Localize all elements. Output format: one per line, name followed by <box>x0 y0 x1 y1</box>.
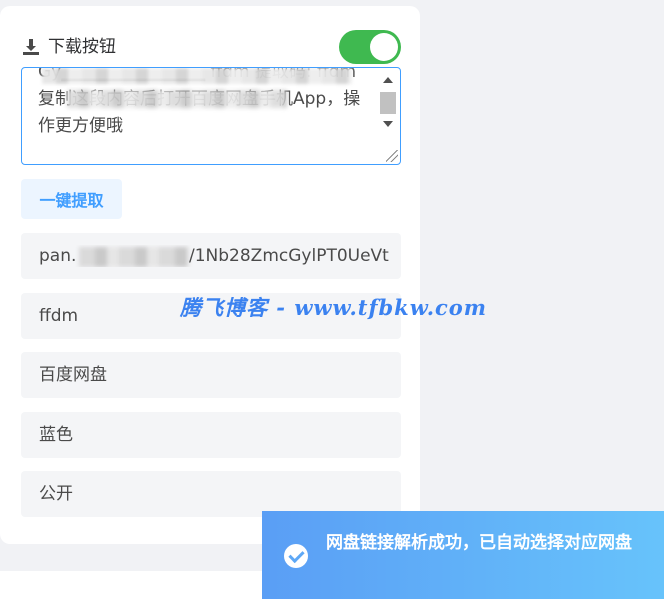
download-settings-card: 下载按钮 Gy▁▁▁▁▁▁▁▁▁▁▁ ffdm 提取码: ffdm 复制这段内容… <box>0 6 420 544</box>
toggle-knob <box>370 33 398 61</box>
scrollbar-thumb[interactable] <box>380 92 396 114</box>
visibility-value: 公开 <box>39 484 73 504</box>
download-button-toggle[interactable] <box>339 30 401 64</box>
link-field[interactable]: pan. /1Nb28ZmcGylPT0UeVt <box>21 233 401 279</box>
extract-code-value: ffdm <box>39 306 79 326</box>
redacted-text-blur-2 <box>67 90 287 108</box>
download-button-header: 下载按钮 <box>22 30 402 68</box>
link-suffix: /1Nb28ZmcGylPT0UeVt <box>189 246 389 266</box>
download-icon <box>23 39 39 55</box>
share-text-textarea[interactable]: Gy▁▁▁▁▁▁▁▁▁▁▁ ffdm 提取码: ffdm 复制这段内容后打开百度… <box>21 67 401 165</box>
color-value: 蓝色 <box>39 425 73 445</box>
link-prefix: pan. <box>39 246 77 266</box>
site-watermark: 腾飞博客 - www.tfbkw.com <box>180 295 488 320</box>
redacted-link-blur <box>79 247 189 267</box>
one-click-extract-button[interactable]: 一键提取 <box>21 179 122 219</box>
success-toast: 网盘链接解析成功，已自动选择对应网盘 <box>262 511 664 599</box>
link-field-value: pan. /1Nb28ZmcGylPT0UeVt <box>39 245 389 267</box>
scroll-down-arrow-icon[interactable] <box>383 121 393 127</box>
disk-type-field[interactable]: 百度网盘 <box>21 352 401 398</box>
toast-message: 网盘链接解析成功，已自动选择对应网盘 <box>326 533 632 553</box>
disk-type-value: 百度网盘 <box>39 365 107 385</box>
scroll-up-arrow-icon[interactable] <box>383 77 393 83</box>
redacted-text-blur <box>42 68 352 84</box>
resize-grip-icon[interactable] <box>386 150 398 162</box>
download-button-title: 下载按钮 <box>48 37 116 57</box>
success-check-icon <box>284 544 308 568</box>
color-field[interactable]: 蓝色 <box>21 412 401 458</box>
